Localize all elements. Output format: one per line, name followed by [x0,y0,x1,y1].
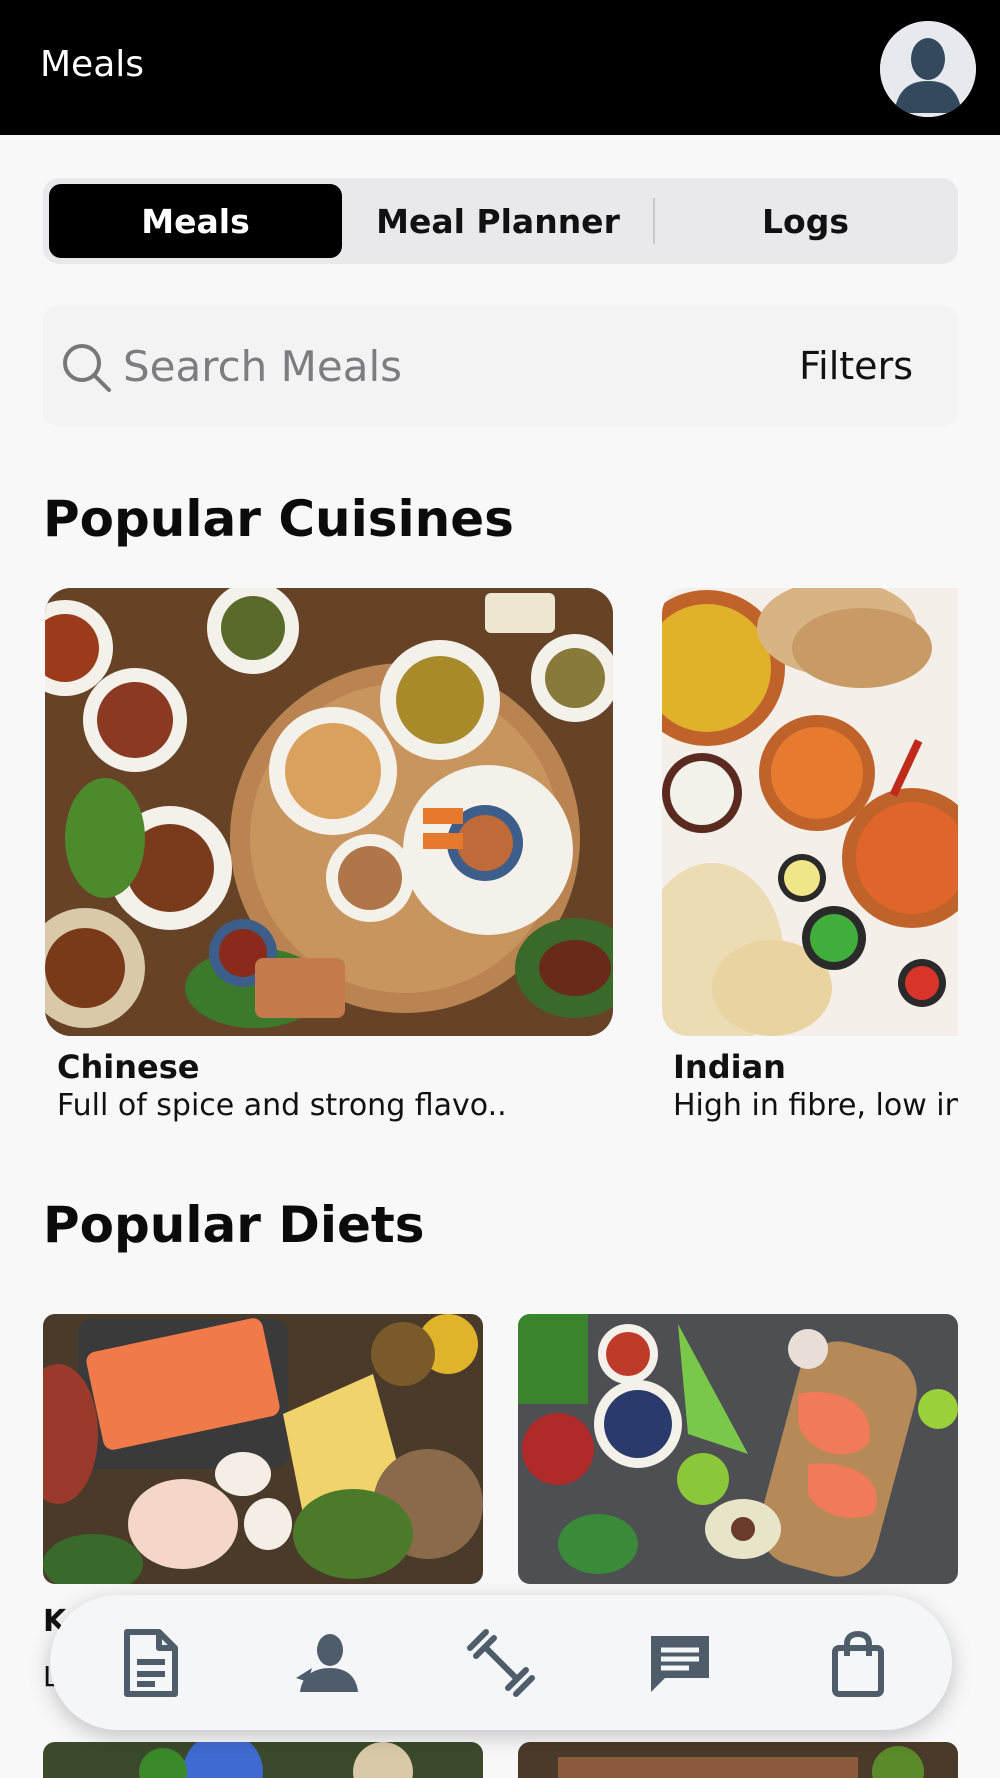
cuisine-card-chinese[interactable]: Chinese Full of spice and strong flavo.. [45,588,613,1123]
tab-logs[interactable]: Logs [658,184,953,258]
filters-button[interactable]: Filters [799,344,913,388]
popular-diets-heading: Popular Diets [43,1196,425,1254]
view-tabs: Meals Meal Planner Logs [43,178,958,264]
diet-card-image-1[interactable] [43,1314,483,1584]
nav-workouts[interactable] [461,1623,541,1703]
diet-card-image-3[interactable] [43,1742,483,1778]
diet-card-image-2[interactable] [518,1314,958,1584]
search-input[interactable] [123,330,723,402]
tab-divider [653,198,655,244]
nav-messages[interactable] [640,1623,720,1703]
cuisine-description: Full of spice and strong flavo.. [57,1088,507,1123]
tab-meals[interactable]: Meals [49,184,342,258]
diet-card-image-4[interactable] [518,1742,958,1778]
cuisine-description: High in fibre, low in [673,1088,958,1123]
cuisines-carousel[interactable]: Chinese Full of spice and strong flavo.. [43,588,958,1128]
dumbbell-icon [467,1629,535,1697]
cuisine-name: Indian [673,1048,786,1086]
coach-icon [296,1634,358,1692]
cuisine-name: Chinese [57,1048,200,1086]
popular-cuisines-heading: Popular Cuisines [43,490,514,548]
chinese-food-image [45,588,613,1036]
cuisine-card-indian[interactable]: Indian High in fibre, low in [662,588,958,1123]
nav-shop[interactable] [818,1623,898,1703]
indian-food-image [662,588,958,1036]
nav-coach[interactable] [287,1623,367,1703]
page-title: Meals [40,44,145,85]
search-bar: Filters [43,306,958,426]
tab-meal-planner[interactable]: Meal Planner [348,184,648,258]
bottom-navigation [50,1595,952,1730]
document-icon [124,1629,178,1697]
app-header: Meals [0,0,1000,135]
user-silhouette-icon [880,21,976,117]
nav-meals[interactable] [110,1623,190,1703]
shopping-bag-icon [832,1630,884,1697]
search-icon [63,344,111,392]
profile-avatar[interactable] [880,21,976,117]
chat-icon [651,1636,709,1692]
